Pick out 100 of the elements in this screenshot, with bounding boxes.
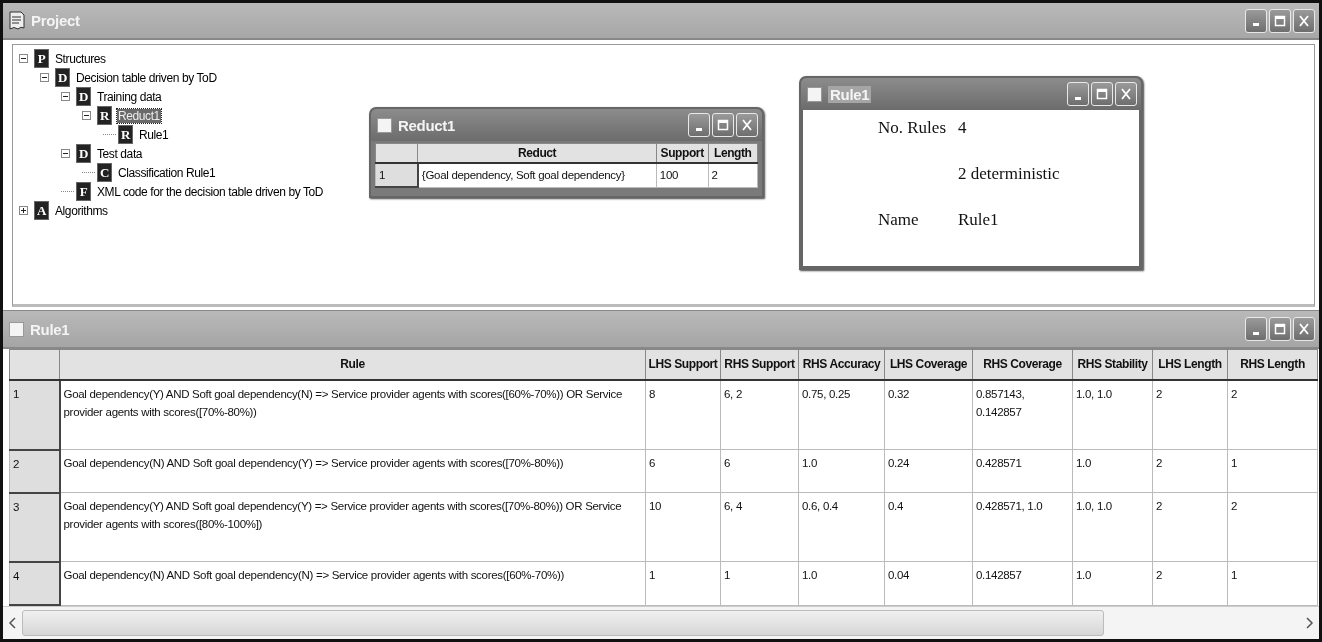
table-cell: 2 bbox=[1152, 379, 1228, 450]
node-badge: C bbox=[97, 163, 112, 182]
row-header[interactable]: 4 bbox=[9, 561, 60, 605]
collapse-icon[interactable] bbox=[19, 54, 28, 63]
table-cell: 0.24 bbox=[884, 449, 973, 493]
table-cell: 1.0 bbox=[1072, 449, 1153, 493]
minimize-button[interactable] bbox=[688, 113, 710, 137]
row-header[interactable]: 1 bbox=[375, 163, 418, 187]
node-badge: A bbox=[34, 201, 49, 220]
table-cell: 0.428571 bbox=[972, 449, 1073, 493]
scrollbar-thumb[interactable] bbox=[22, 610, 1104, 636]
close-icon bbox=[741, 118, 753, 132]
close-button[interactable] bbox=[1293, 8, 1315, 33]
table-cell: 6, 4 bbox=[720, 492, 799, 562]
tree-item[interactable]: Reduct1 bbox=[117, 108, 161, 123]
window-title: Rule1 bbox=[30, 320, 70, 338]
close-button[interactable] bbox=[1115, 82, 1137, 106]
maximize-icon bbox=[717, 118, 729, 132]
summary-value: Rule1 bbox=[958, 210, 999, 230]
corner-cell bbox=[375, 143, 418, 163]
summary-value: 4 bbox=[958, 118, 967, 138]
close-button[interactable] bbox=[736, 113, 758, 137]
window-icon bbox=[807, 86, 822, 102]
tree-item[interactable]: Training data bbox=[96, 89, 163, 104]
column-header[interactable]: Support bbox=[656, 143, 708, 163]
column-header[interactable]: Length bbox=[708, 143, 758, 163]
close-button[interactable] bbox=[1293, 317, 1315, 341]
column-header[interactable]: RHS Stability bbox=[1072, 349, 1153, 380]
table-cell: 0.6, 0.4 bbox=[798, 492, 885, 562]
minimize-icon bbox=[1253, 331, 1259, 335]
collapse-icon[interactable] bbox=[61, 92, 70, 101]
maximize-button[interactable] bbox=[1091, 82, 1113, 106]
table-cell: 1 bbox=[645, 561, 721, 605]
column-header[interactable]: LHS Length bbox=[1152, 349, 1228, 380]
column-header[interactable]: Rule bbox=[59, 349, 646, 380]
column-header[interactable]: RHS Length bbox=[1227, 349, 1318, 380]
window-title: Rule1 bbox=[828, 85, 872, 103]
table-cell: 2 bbox=[1152, 492, 1228, 562]
column-header[interactable]: Reduct bbox=[417, 143, 657, 163]
column-header[interactable]: RHS Coverage bbox=[972, 349, 1073, 380]
table-cell: 2 bbox=[1152, 449, 1228, 493]
table-cell: 2 bbox=[1152, 561, 1228, 605]
table-cell: 1 bbox=[1227, 561, 1318, 605]
table-cell: Goal dependency(Y) AND Soft goal dependency(Y) => Service provider agents with scores([70%-80%)) OR Service provider agents with scores([80%-100%]) bbox=[59, 492, 646, 562]
summary-value: 2 deterministic bbox=[958, 164, 1060, 184]
tree-item[interactable]: Decision table driven by ToD bbox=[75, 70, 218, 85]
column-header[interactable]: LHS Support bbox=[645, 349, 721, 380]
tree-item[interactable]: Algorithms bbox=[54, 203, 109, 218]
tree-item[interactable]: Rule1 bbox=[138, 127, 170, 142]
maximize-button[interactable] bbox=[712, 113, 734, 137]
table-cell: 0.857143, 0.142857 bbox=[972, 379, 1073, 450]
maximize-icon bbox=[1274, 13, 1286, 28]
window-icon bbox=[9, 321, 24, 337]
node-badge: D bbox=[76, 144, 91, 163]
collapse-icon[interactable] bbox=[61, 149, 70, 158]
collapse-icon[interactable] bbox=[82, 111, 91, 120]
summary-label: Name bbox=[878, 210, 920, 230]
minimize-button[interactable] bbox=[1067, 82, 1089, 106]
row-header[interactable]: 3 bbox=[9, 492, 60, 562]
tree-item[interactable]: XML code for the decision table driven by ToD bbox=[96, 184, 325, 199]
table-cell: 6 bbox=[645, 449, 721, 493]
expand-icon[interactable] bbox=[19, 206, 28, 215]
table-cell: 1.0 bbox=[1072, 561, 1153, 605]
node-badge: F bbox=[76, 182, 91, 201]
table-cell: Goal dependency(N) AND Soft goal dependency(N) => Service provider agents with scores([60%-70%)) bbox=[59, 561, 646, 605]
maximize-icon bbox=[1096, 87, 1108, 101]
minimize-icon bbox=[1253, 23, 1259, 26]
tree-item[interactable]: Test data bbox=[96, 146, 144, 161]
table-cell: 1 bbox=[720, 561, 799, 605]
tree-item[interactable]: Structures bbox=[54, 51, 107, 66]
table-cell: 0.75, 0.25 bbox=[798, 379, 885, 450]
table-cell: 0.4 bbox=[884, 492, 973, 562]
column-header[interactable]: RHS Accuracy bbox=[798, 349, 885, 380]
document-icon bbox=[9, 10, 25, 31]
collapse-icon[interactable] bbox=[40, 73, 49, 82]
table-cell: 1.0 bbox=[798, 449, 885, 493]
table-cell: 1 bbox=[1227, 449, 1318, 493]
minimize-button[interactable] bbox=[1245, 317, 1267, 341]
table-cell: 0.142857 bbox=[972, 561, 1073, 605]
node-badge: P bbox=[34, 49, 49, 68]
table-cell: 6 bbox=[720, 449, 799, 493]
maximize-icon bbox=[1274, 322, 1286, 336]
table-cell: 0.04 bbox=[884, 561, 973, 605]
column-header[interactable]: LHS Coverage bbox=[884, 349, 973, 380]
column-header[interactable]: RHS Support bbox=[720, 349, 799, 380]
table-cell: 1.0, 1.0 bbox=[1072, 379, 1153, 450]
window-icon bbox=[377, 117, 392, 133]
maximize-button[interactable] bbox=[1269, 8, 1291, 33]
minimize-icon bbox=[1075, 96, 1081, 100]
row-header[interactable]: 2 bbox=[9, 449, 60, 493]
minimize-button[interactable] bbox=[1245, 8, 1267, 33]
table-cell: 10 bbox=[645, 492, 721, 562]
window-title: Reduct1 bbox=[398, 116, 456, 134]
table-cell: {Goal dependency, Soft goal dependency} bbox=[417, 163, 657, 187]
table-cell: Goal dependency(N) AND Soft goal dependency(Y) => Service provider agents with scores([70%-80%)) bbox=[59, 449, 646, 493]
row-header[interactable]: 1 bbox=[9, 379, 60, 450]
maximize-button[interactable] bbox=[1269, 317, 1291, 341]
table-cell: 8 bbox=[645, 379, 721, 450]
tree-item[interactable]: Classification Rule1 bbox=[117, 165, 217, 180]
table-cell: 0.32 bbox=[884, 379, 973, 450]
